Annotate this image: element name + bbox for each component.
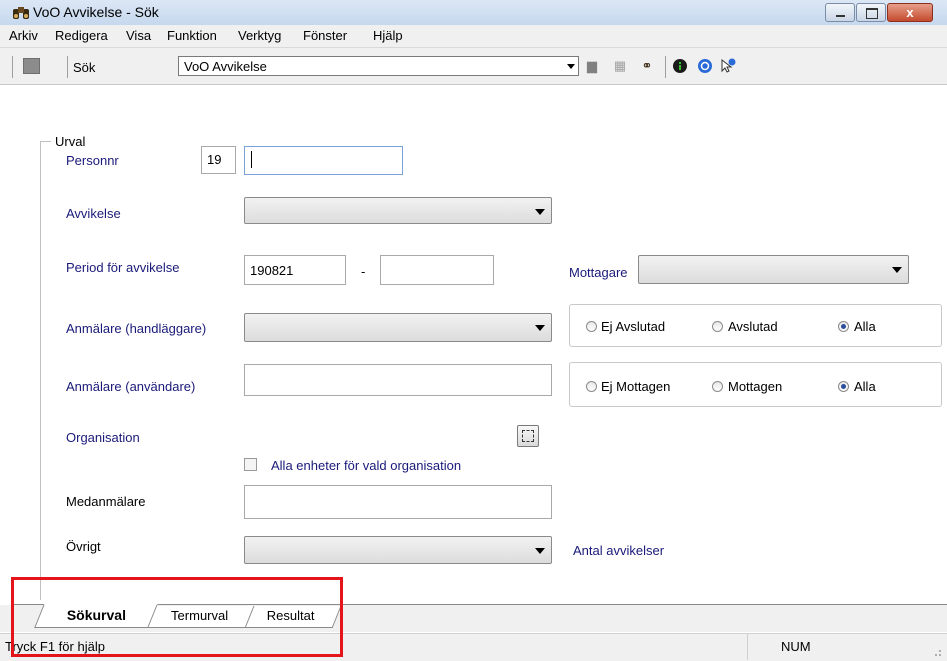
period-separator: - [361,264,366,279]
status-radio-group: Ej Avslutad Avslutad Alla [569,304,942,347]
mottagare-select[interactable] [638,255,909,284]
radio-label: Mottagen [728,379,783,394]
anmalare-handlaggare-select[interactable] [244,313,552,342]
num-lock-indicator: NUM [781,639,811,654]
personnr-field[interactable] [244,146,403,175]
minimize-button[interactable] [825,3,855,22]
save-icon[interactable] [23,58,40,74]
print-preview-icon[interactable]: ▦ [612,58,628,74]
highlight-box [11,577,343,657]
binoculars-icon [13,7,29,19]
menu-fonster[interactable]: Fönster [303,28,347,43]
toolbar-separator [665,56,666,78]
medanmalare-field[interactable] [244,485,552,519]
radio-mottagen[interactable] [712,381,723,392]
organisation-tree-button[interactable] [517,425,539,447]
ovrigt-select[interactable] [244,536,552,564]
anmalare-handlaggare-label: Anmälare (handläggare) [66,321,207,336]
medanmalare-label: Medanmälare [66,494,146,509]
personnr-century-field[interactable]: 19 [201,146,236,174]
menu-verktyg[interactable]: Verktyg [238,28,281,43]
radio-label: Alla [854,379,876,394]
chevron-down-icon [567,64,575,69]
close-icon: x [906,5,914,20]
radio-label: Avslutad [728,319,778,334]
menu-bar: Arkiv Redigera Visa Funktion Verktyg Fön… [0,25,947,48]
group-border [40,141,41,600]
maximize-button[interactable] [856,3,886,22]
toolbar-separator [67,56,68,78]
mottagen-radio-group: Ej Mottagen Mottagen Alla [569,362,942,407]
toolbar: Sök VoO Avvikelse ▆ ▦ ⚭ [0,48,947,85]
radio-label: Ej Avslutad [601,319,666,334]
text-cursor [251,151,252,168]
period-label: Period för avvikelse [66,260,180,275]
radio-alla-status[interactable] [838,321,849,332]
avvikelse-select[interactable] [244,197,552,224]
view-select[interactable]: VoO Avvikelse [178,56,579,76]
menu-funktion[interactable]: Funktion [167,28,217,43]
radio-ej-avslutad[interactable] [586,321,597,332]
menu-hjalp[interactable]: Hjälp [373,28,403,43]
chevron-down-icon [535,209,545,215]
menu-redigera[interactable]: Redigera [55,28,108,43]
antal-avvikelser-label: Antal avvikelser [573,543,665,558]
print-icon[interactable]: ▆ [584,58,600,74]
close-button[interactable]: x [887,3,933,22]
ovrigt-label: Övrigt [66,539,101,554]
chevron-down-icon [535,325,545,331]
anmalare-anvandare-label: Anmälare (användare) [66,379,196,394]
period-to-field[interactable] [380,255,494,285]
radio-label: Ej Mottagen [601,379,671,394]
anmalare-anvandare-field[interactable] [244,364,552,396]
context-help-icon[interactable] [720,58,736,74]
alla-enheter-checkbox[interactable] [244,458,257,471]
chevron-down-icon [535,548,545,554]
alla-enheter-label: Alla enheter för vald organisation [271,458,462,473]
mottagare-label: Mottagare [569,265,628,280]
radio-avslutad[interactable] [712,321,723,332]
radio-ej-mottagen[interactable] [586,381,597,392]
help-icon[interactable] [697,58,713,74]
resize-grip-icon[interactable] [930,645,942,657]
status-separator [747,634,748,660]
radio-alla-mottagen[interactable] [838,381,849,392]
period-from-field[interactable]: 190821 [244,255,346,285]
toolbar-separator [12,56,13,78]
window-title: VoO Avvikelse - Sök [33,4,159,20]
info-icon[interactable] [672,58,688,74]
group-label-urval: Urval [53,134,88,149]
binoculars-icon[interactable]: ⚭ [639,58,655,74]
personnr-label: Personnr [66,153,119,168]
chevron-down-icon [892,267,902,273]
menu-arkiv[interactable]: Arkiv [9,28,38,43]
group-border [41,141,51,143]
organisation-label: Organisation [66,430,140,445]
avvikelse-label: Avvikelse [66,206,121,221]
menu-visa[interactable]: Visa [126,28,151,43]
search-label: Sök [73,60,96,75]
radio-label: Alla [854,319,876,334]
